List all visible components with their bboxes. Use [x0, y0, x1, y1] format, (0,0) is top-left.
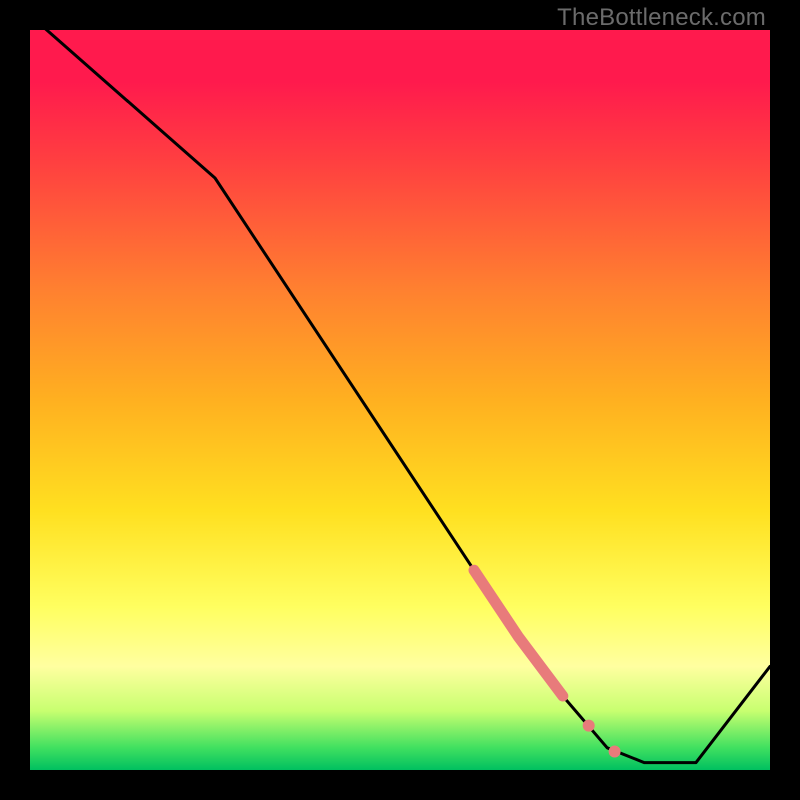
highlight-segment	[474, 570, 563, 696]
bottleneck-curve-line	[30, 15, 770, 762]
plot-area	[30, 30, 770, 770]
chart-frame: TheBottleneck.com	[0, 0, 800, 800]
scatter-point	[583, 720, 595, 732]
watermark-label: TheBottleneck.com	[557, 4, 766, 32]
scatter-group	[583, 720, 621, 758]
scatter-point	[609, 746, 621, 758]
chart-svg	[30, 30, 770, 770]
